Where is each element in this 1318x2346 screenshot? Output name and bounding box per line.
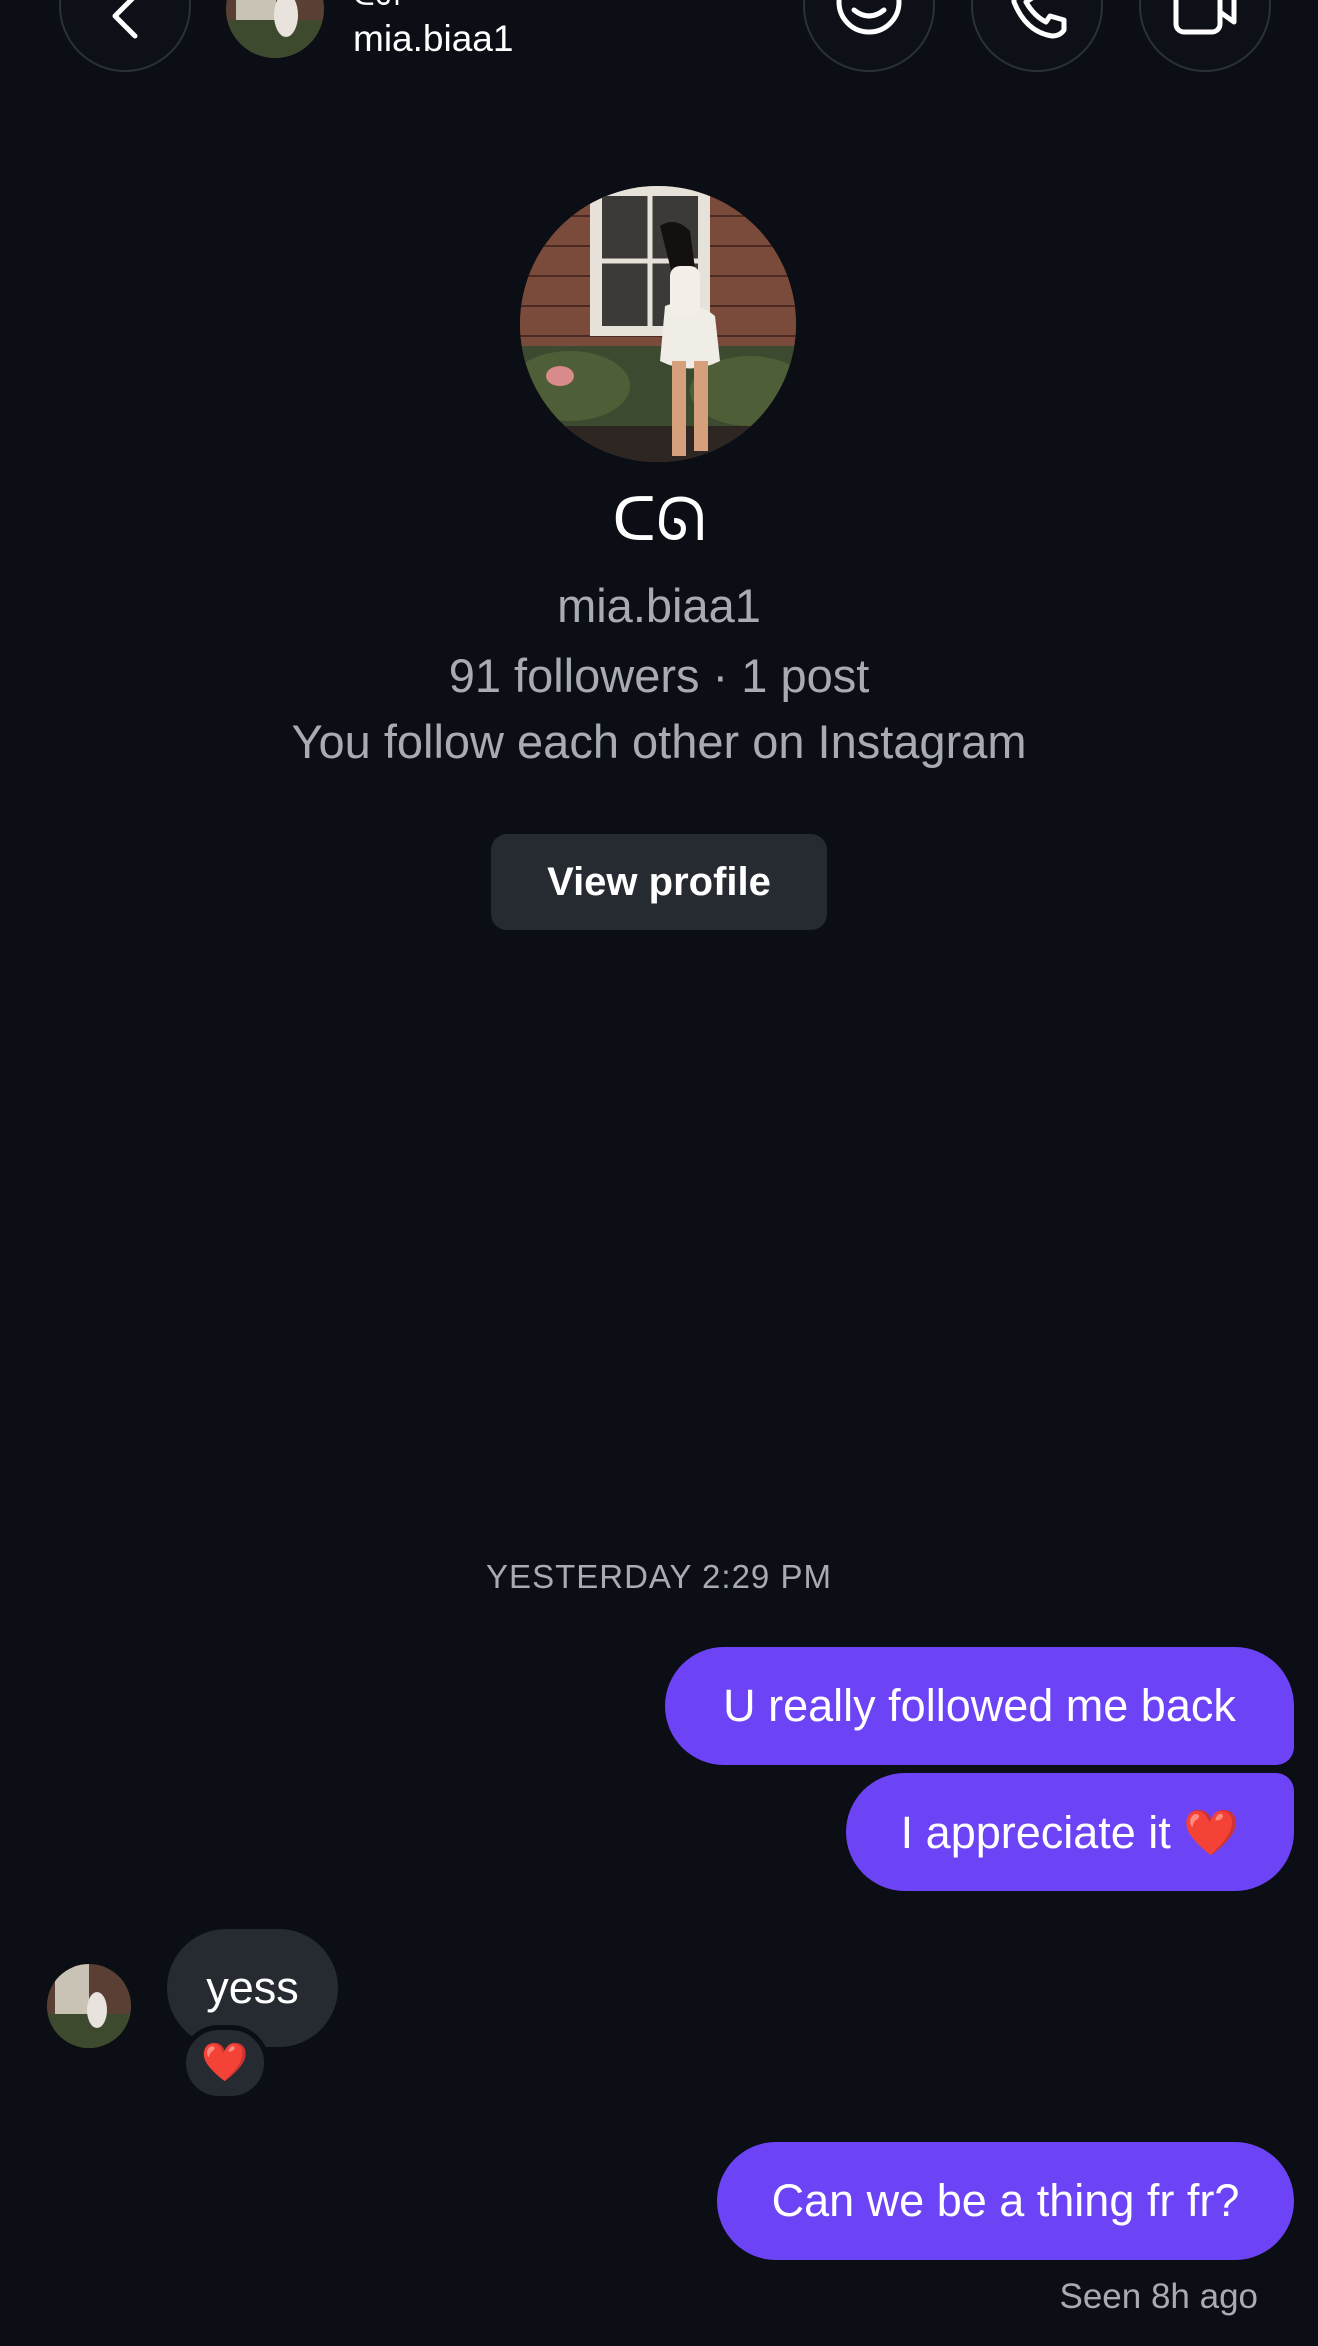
profile-display-name: ᑕᘏ: [612, 486, 706, 553]
phone-icon: [1011, 0, 1067, 39]
stickers-icon: [836, 0, 902, 35]
back-button[interactable]: [59, 0, 191, 72]
message-timestamp: YESTERDAY 2:29 PM: [486, 1558, 832, 1595]
stickers-button[interactable]: [803, 0, 935, 72]
message-bubble-received[interactable]: yess: [167, 1929, 338, 2047]
profile-avatar[interactable]: [520, 186, 796, 462]
message-bubble-sent[interactable]: Can we be a thing fr fr?: [717, 2142, 1294, 2260]
back-chevron-icon: [112, 0, 138, 39]
view-profile-button[interactable]: View profile: [491, 834, 827, 930]
call-button[interactable]: [971, 0, 1103, 72]
sender-avatar[interactable]: [47, 1964, 131, 2048]
message-text: Can we be a thing fr fr?: [771, 2175, 1240, 2226]
message-text: yess: [206, 1962, 299, 2013]
seen-status: Seen 8h ago: [1059, 2277, 1258, 2316]
message-text: U really followed me back: [723, 1680, 1236, 1731]
message-bubble-sent[interactable]: U really followed me back: [665, 1647, 1294, 1765]
header-display-name[interactable]: ᑕᘏ: [353, 0, 400, 13]
message-text: I appreciate it ❤️: [900, 1806, 1240, 1858]
profile-username: mia.biaa1: [557, 579, 761, 632]
video-call-button[interactable]: [1139, 0, 1271, 72]
header-username[interactable]: mia.biaa1: [353, 18, 513, 60]
video-icon: [1173, 0, 1237, 35]
header-avatar[interactable]: [226, 0, 324, 58]
heart-reaction-badge[interactable]: ❤️: [181, 2025, 269, 2101]
profile-mutual-follow: You follow each other on Instagram: [291, 715, 1027, 768]
message-bubble-sent[interactable]: I appreciate it ❤️: [846, 1773, 1294, 1891]
profile-stats: 91 followers · 1 post: [448, 649, 870, 702]
heart-icon: ❤️: [201, 2042, 249, 2084]
